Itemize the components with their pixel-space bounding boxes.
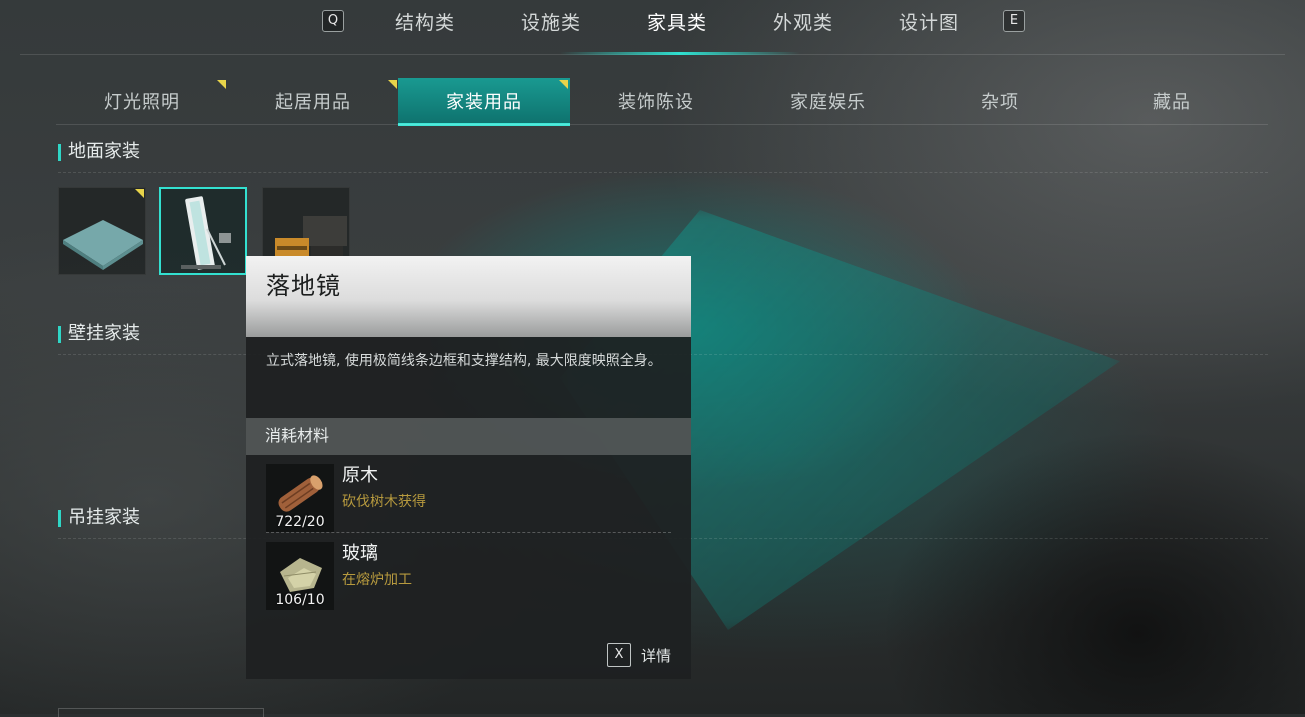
subtab-collection[interactable]: 藏品 [1086,78,1258,124]
material-divider [266,532,671,533]
category-tab-structure[interactable]: 结构类 [395,10,455,36]
material-source: 在熔炉加工 [342,572,412,588]
details-key-hint: X [606,643,631,667]
item-tooltip: 落地镜 立式落地镜, 使用极简线条边框和支撑结构, 最大限度映照全身。 消耗材料… [246,256,691,679]
category-tab-facility[interactable]: 设施类 [521,10,581,36]
next-category-key-hint[interactable]: E [1003,10,1025,32]
item-slot-hanging[interactable] [58,708,264,717]
subtabs-divider [56,124,1268,125]
subtab-home-decor[interactable]: 家装用品 [398,78,570,126]
material-count: 722/20 [275,514,325,530]
top-category-nav: Q 结构类 设施类 家具类 外观类 设计图 E [0,0,1305,56]
details-label: 详情 [640,646,671,665]
section-title-hanging: 吊挂家装 [58,506,140,530]
materials-header: 消耗材料 [246,418,691,455]
subtab-entertainment[interactable]: 家庭娱乐 [742,78,914,124]
material-name: 原木 [342,465,378,486]
subtab-living[interactable]: 起居用品 [227,78,399,124]
materials-label: 消耗材料 [265,426,330,445]
new-marker-icon [217,80,226,89]
category-tab-blueprint[interactable]: 设计图 [899,10,959,36]
subtab-misc[interactable]: 杂项 [914,78,1086,124]
tooltip-description: 立式落地镜, 使用极简线条边框和支撑结构, 最大限度映照全身。 [266,353,662,369]
section-title-floor: 地面家装 [58,140,140,164]
material-name: 玻璃 [342,543,378,564]
category-tab-furniture[interactable]: 家具类 [647,10,707,36]
material-source: 砍伐树木获得 [342,494,426,510]
tooltip-title: 落地镜 [266,272,341,300]
subtab-label: 起居用品 [275,92,351,113]
subcategory-tabs: 灯光照明 起居用品 家装用品 装饰陈设 家庭娱乐 杂项 藏品 [56,78,1256,126]
new-marker-icon [135,189,144,198]
subtab-lighting[interactable]: 灯光照明 [56,78,228,124]
section-divider [58,172,1268,173]
material-thumb: 106/10 [266,542,334,610]
subtab-decorations[interactable]: 装饰陈设 [570,78,742,124]
prev-category-key-hint[interactable]: Q [322,10,344,32]
material-row: 722/20 原木 砍伐树木获得 [246,456,691,532]
material-thumb: 722/20 [266,464,334,532]
item-slot-floor-mirror[interactable] [159,187,247,275]
floor-mirror-icon [181,196,231,270]
subtab-label: 家装用品 [446,92,522,113]
details-button[interactable]: X 详情 [606,643,671,667]
subtab-label: 灯光照明 [104,92,180,113]
material-count: 106/10 [275,592,325,608]
new-marker-icon [559,80,568,89]
material-row: 106/10 玻璃 在熔炉加工 [246,534,691,610]
section-title-wall: 壁挂家装 [58,322,140,346]
background-shadow [880,430,1305,714]
active-category-underline [560,52,800,55]
item-slot-floor-mat[interactable] [58,187,146,275]
new-marker-icon [388,80,397,89]
floor-mat-icon [63,220,143,270]
tooltip-header: 落地镜 [246,256,691,337]
category-tab-appearance[interactable]: 外观类 [773,10,833,36]
